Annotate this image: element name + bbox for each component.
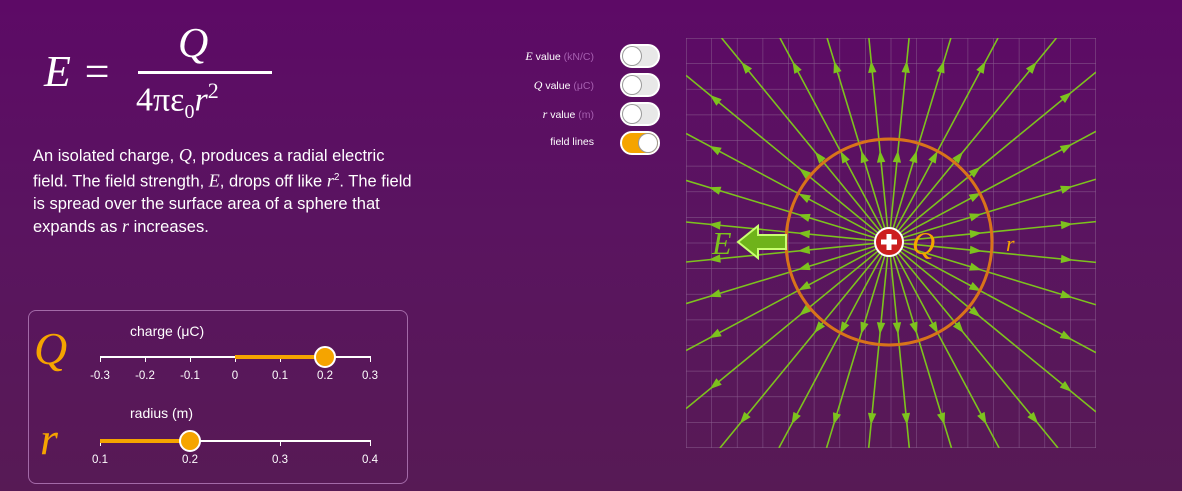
- field-arrow: [709, 328, 722, 339]
- charge-tick-mark: [100, 356, 101, 362]
- charge-symbol: Q: [34, 323, 68, 374]
- toggle-switch[interactable]: [620, 131, 660, 155]
- formula-denominator: 4πε0r2: [136, 78, 219, 124]
- field-arrow: [892, 322, 902, 335]
- field-arrow: [969, 229, 982, 239]
- toggle-switch[interactable]: [620, 102, 660, 126]
- field-arrow: [876, 322, 886, 335]
- field-arrow: [708, 289, 722, 298]
- Q-label: Q: [912, 225, 935, 261]
- toggle-knob: [623, 47, 641, 65]
- charge-tick-label: -0.1: [180, 370, 200, 382]
- field-arrow: [792, 61, 802, 74]
- radius-symbol: r: [40, 413, 58, 464]
- field-arrow: [1060, 185, 1073, 194]
- fraction-bar: [138, 71, 272, 74]
- charge-slider-handle[interactable]: [314, 346, 336, 368]
- plus-sign-v: [886, 234, 892, 250]
- radius-tick-mark: [280, 440, 281, 446]
- field-arrow: [833, 60, 842, 74]
- formula-fraction: Q 4πε0r2: [134, 14, 274, 123]
- field-arrow: [798, 193, 812, 203]
- denominator-prefix: 4πε: [136, 81, 185, 119]
- field-arrow: [928, 151, 938, 164]
- radius-tick-label: 0.3: [272, 454, 288, 466]
- toggle-label: r value (m): [542, 107, 594, 121]
- field-arrow: [840, 151, 850, 164]
- radius-tick-label: 0.2: [182, 454, 198, 466]
- field-arrow: [901, 60, 910, 73]
- radius-tick-label: 0.1: [92, 454, 108, 466]
- field-arrow: [797, 230, 811, 239]
- toggle-knob: [639, 134, 657, 152]
- field-arrow: [909, 321, 918, 335]
- display-toggles: E value (kN/C) Q value (μC) r value (m) fie…: [484, 44, 664, 164]
- charge-tick-label: 0.2: [317, 370, 333, 382]
- field-arrow: [860, 321, 869, 335]
- charge-slider[interactable]: -0.3 -0.2 -0.1 0 0.1 0.2 0.3: [90, 346, 378, 388]
- field-arrow: [708, 186, 722, 195]
- radius-tick-label: 0.4: [362, 454, 378, 466]
- denominator-r: r: [194, 81, 208, 119]
- charge-slider-label: charge (μC): [130, 323, 205, 339]
- charge-tick-label: -0.3: [90, 370, 110, 382]
- denominator-sup: 2: [207, 78, 219, 103]
- field-arrow: [909, 150, 918, 164]
- field-arrow: [797, 262, 811, 271]
- charge-tick-mark: [190, 356, 191, 362]
- radius-slider-label: radius (m): [130, 405, 194, 421]
- charge-tick-label: 0.3: [362, 370, 378, 382]
- field-arrow: [901, 412, 911, 426]
- toggle-knob: [623, 76, 641, 94]
- charge-fill: [235, 355, 325, 359]
- field-arrow: [892, 150, 902, 163]
- charge-tick-label: -0.2: [135, 370, 155, 382]
- toggle-label: E value (kN/C): [525, 49, 594, 63]
- field-arrow: [876, 150, 886, 163]
- toggle-label: Q value (μC): [533, 78, 594, 92]
- field-diagram: E Qr: [686, 38, 1096, 448]
- charge-tick-label: 0: [231, 370, 239, 382]
- field-arrow: [936, 60, 945, 74]
- formula-numerator: Q: [178, 21, 209, 67]
- radius-tick-mark: [370, 440, 371, 446]
- description-text: An isolated charge, Q, produces a radial…: [33, 145, 412, 236]
- toggle-label: field lines: [550, 136, 594, 148]
- field-arrow: [1060, 220, 1073, 230]
- field-arrow: [798, 281, 812, 291]
- field-arrow: [797, 245, 811, 254]
- field-arrow: [797, 213, 811, 222]
- field-arrow: [860, 150, 869, 164]
- field-arrow: [968, 262, 982, 271]
- field-arrow: [936, 412, 946, 425]
- toggle-switch[interactable]: [620, 73, 660, 97]
- field-arrow: [867, 412, 877, 426]
- radius-slider-handle[interactable]: [179, 430, 201, 452]
- r-label: r: [1006, 231, 1015, 256]
- E-label: E: [711, 225, 732, 261]
- field-arrow: [1060, 254, 1073, 264]
- charge-tick-mark: [145, 356, 146, 362]
- field-arrow: [969, 245, 982, 255]
- field-arrow: [709, 145, 722, 156]
- charge-tick-mark: [370, 356, 371, 362]
- field-arrow: [868, 60, 877, 73]
- field-arrow: [976, 61, 986, 74]
- radius-slider[interactable]: 0.1 0.2 0.3 0.4: [92, 430, 378, 472]
- charge-tick-label: 0.1: [272, 370, 288, 382]
- toggle-switch[interactable]: [620, 44, 660, 68]
- toggle-knob: [623, 105, 641, 123]
- formula-lhs: E =: [44, 47, 112, 96]
- radius-fill: [100, 439, 190, 443]
- denominator-sub: 0: [184, 101, 195, 124]
